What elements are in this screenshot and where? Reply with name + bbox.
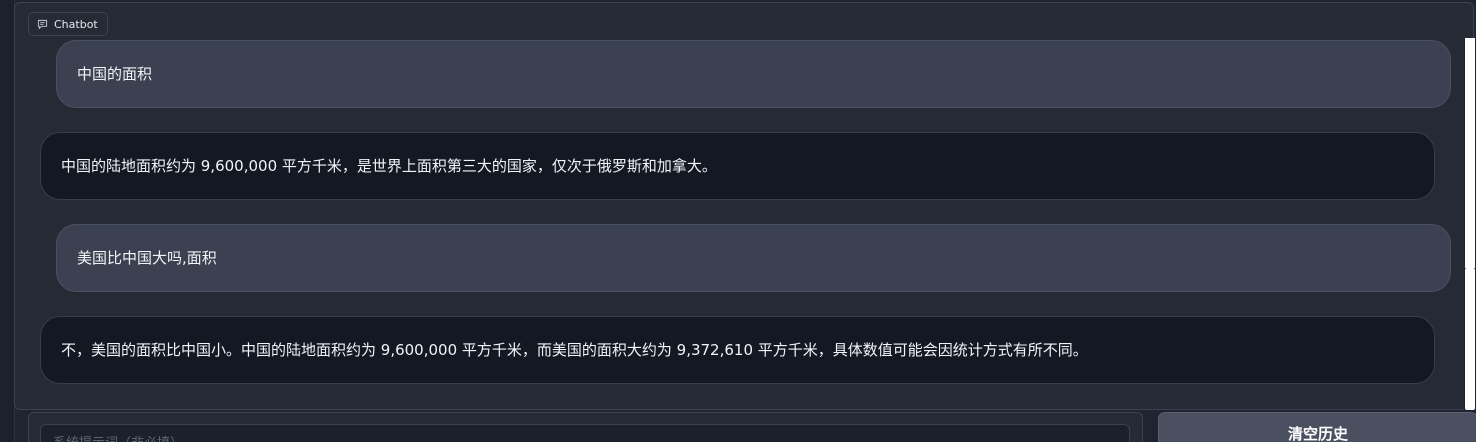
chat-icon — [37, 19, 48, 30]
user-message: 中国的面积 — [56, 40, 1451, 108]
assistant-message: 不，美国的面积比中国小。中国的陆地面积约为 9,600,000 平方千米，而美国… — [40, 316, 1435, 384]
assistant-message: 中国的陆地面积约为 9,600,000 平方千米，是世界上面积第三大的国家，仅次… — [40, 132, 1435, 200]
chat-scrollbar-thumb[interactable] — [1465, 268, 1475, 410]
user-message-text: 美国比中国大吗,面积 — [77, 249, 217, 267]
app-page: Chatbot 中国的面积 中国的陆地面积约为 9,600,000 平方千米，是… — [0, 0, 1476, 442]
left-rail — [0, 0, 15, 442]
user-message: 美国比中国大吗,面积 — [56, 224, 1451, 292]
assistant-message-text: 不，美国的面积比中国小。中国的陆地面积约为 9,600,000 平方千米，而美国… — [61, 341, 1088, 359]
system-prompt-input[interactable] — [40, 424, 1130, 442]
chatbot-label: Chatbot — [28, 12, 108, 36]
clear-history-button[interactable]: 清空历史 — [1158, 412, 1476, 442]
assistant-message-text: 中国的陆地面积约为 9,600,000 平方千米，是世界上面积第三大的国家，仅次… — [61, 157, 717, 175]
user-message-text: 中国的面积 — [77, 65, 153, 83]
chat-scrollbar-upper — [1465, 38, 1475, 268]
chatbot-label-text: Chatbot — [54, 17, 98, 31]
